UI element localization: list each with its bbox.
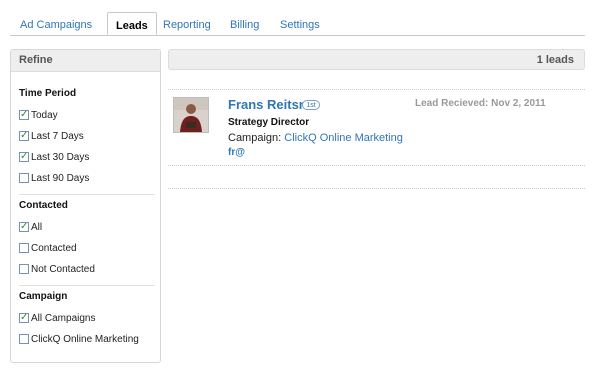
campaign-section: Campaign All Campaigns ClickQ Online Mar… [19, 291, 153, 345]
campaign-prefix: Campaign: [228, 132, 282, 144]
checkbox-checked[interactable] [19, 108, 29, 122]
time-period-title: Time Period [19, 88, 77, 99]
contacted-section: Contacted All Contacted Not Contacted [19, 200, 153, 275]
campaign-link[interactable]: ClickQ Online Marketing [284, 132, 403, 144]
divider [168, 165, 585, 166]
contacted-title: Contacted [19, 200, 68, 211]
refine-sidebar: Refine Time Period Today Last 7 Days Las… [10, 49, 161, 363]
checkbox-unchecked[interactable] [19, 334, 29, 344]
divider [19, 194, 155, 195]
tab-bar: Ad Campaigns Leads Reporting Billing Set… [10, 12, 585, 36]
checkbox-unchecked[interactable] [19, 264, 29, 274]
filter-last-90-days[interactable]: Last 90 Days [19, 172, 89, 186]
tab-ad-campaigns[interactable]: Ad Campaigns [20, 15, 92, 35]
connection-degree-badge: 1st [302, 100, 320, 110]
checkbox-unchecked[interactable] [19, 173, 29, 183]
divider [168, 89, 585, 90]
filter-clickq-online-marketing[interactable]: ClickQ Online Marketing [19, 333, 139, 347]
checkbox-checked[interactable] [19, 220, 29, 234]
avatar-photo [174, 98, 208, 132]
filter-all-campaigns[interactable]: All Campaigns [19, 311, 95, 326]
filter-last-30-days[interactable]: Last 30 Days [19, 150, 89, 165]
checkbox-unchecked[interactable] [19, 243, 29, 253]
filter-not-contacted[interactable]: Not Contacted [19, 263, 95, 277]
tab-leads[interactable]: Leads [107, 12, 157, 35]
tab-settings[interactable]: Settings [280, 15, 320, 35]
leads-count-header: 1 leads [168, 49, 585, 70]
time-period-section: Time Period Today Last 7 Days Last 30 Da… [19, 88, 153, 184]
tab-billing[interactable]: Billing [230, 15, 259, 35]
refine-heading: Refine [11, 50, 160, 72]
divider [168, 188, 585, 189]
filter-last-7-days[interactable]: Last 7 Days [19, 129, 84, 144]
lead-email-link[interactable]: fr@ [228, 147, 245, 158]
lead-job-title: Strategy Director [228, 117, 310, 128]
tab-reporting[interactable]: Reporting [163, 15, 211, 35]
lead-received-date: Lead Recieved: Nov 2, 2011 [415, 98, 546, 109]
filter-contacted-all[interactable]: All [19, 220, 42, 235]
lead-campaign: Campaign: ClickQ Online Marketing [228, 132, 403, 144]
checkbox-checked[interactable] [19, 129, 29, 143]
checkbox-checked[interactable] [19, 150, 29, 164]
divider [19, 285, 155, 286]
checkbox-checked[interactable] [19, 311, 29, 325]
campaign-title: Campaign [19, 291, 68, 302]
filter-contacted[interactable]: Contacted [19, 242, 77, 256]
lead-avatar[interactable] [173, 97, 209, 133]
filter-today[interactable]: Today [19, 108, 58, 123]
